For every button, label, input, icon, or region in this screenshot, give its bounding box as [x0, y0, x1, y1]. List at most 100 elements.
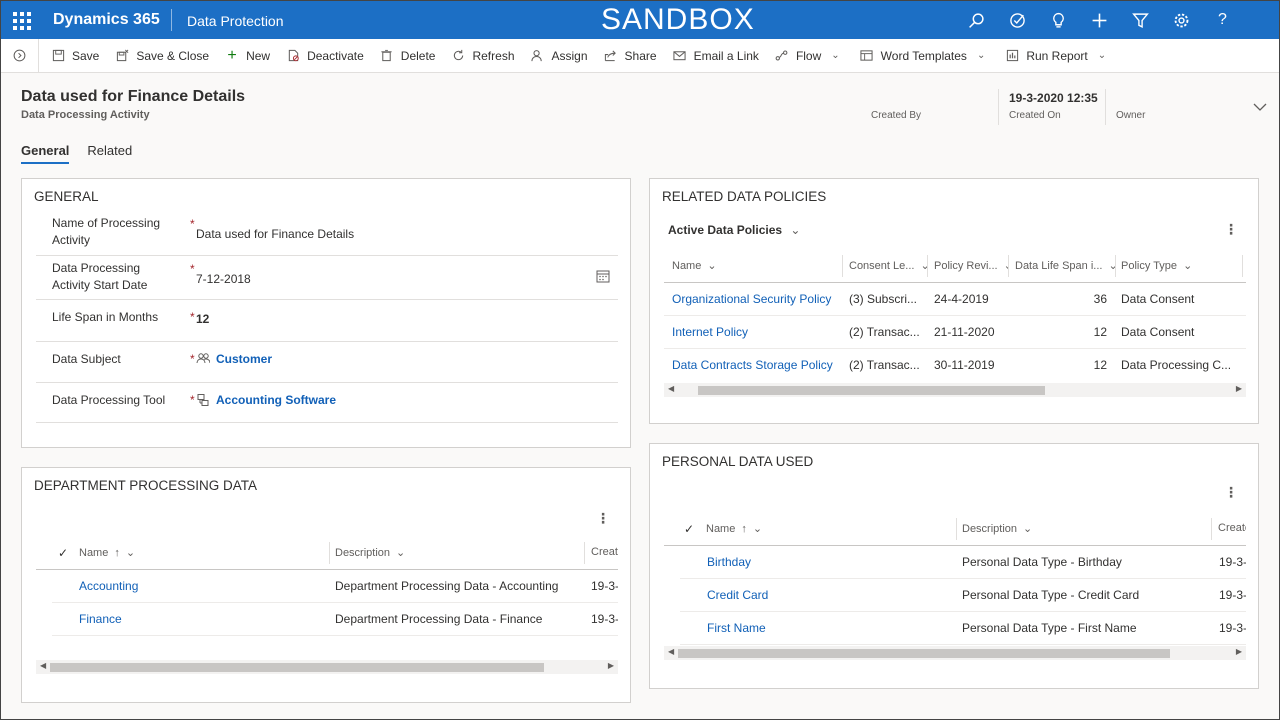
run-report-button[interactable]: Run Report ⌄ — [993, 39, 1114, 73]
field-label: Life Span in Months — [52, 310, 159, 324]
chevron-down-icon: ⌄ — [752, 523, 763, 535]
lightbulb-icon[interactable] — [1038, 1, 1079, 39]
scroll-left-icon[interactable]: ◀ — [668, 647, 674, 656]
required-marker: * — [190, 352, 195, 366]
column-header-lifespan[interactable]: Data Life Span i...⌄ — [1015, 259, 1115, 272]
flow-button[interactable]: Flow ⌄ — [767, 39, 848, 73]
navigation-toggle-button[interactable] — [1, 38, 39, 73]
personal-data-name-link[interactable]: First Name — [707, 621, 947, 635]
scroll-right-icon[interactable]: ▶ — [608, 661, 614, 670]
select-all-checkmark-icon[interactable]: ✓ — [684, 522, 694, 536]
scroll-left-icon[interactable]: ◀ — [40, 661, 46, 670]
horizontal-scrollbar[interactable]: ◀ ▶ — [36, 660, 618, 674]
scrollbar-thumb[interactable] — [678, 649, 1170, 658]
policy-consent: (2) Transac... — [849, 358, 920, 372]
help-icon[interactable]: ? — [1202, 1, 1243, 39]
deactivate-button[interactable]: Deactivate — [278, 39, 372, 73]
email-link-button[interactable]: Email a Link — [665, 39, 767, 73]
horizontal-scrollbar[interactable]: ◀ ▶ — [664, 383, 1246, 397]
save-close-button[interactable]: Save & Close — [107, 39, 217, 73]
processing-tool-lookup[interactable]: Accounting Software — [196, 393, 336, 407]
personal-data-name-link[interactable]: Credit Card — [707, 588, 947, 602]
chevron-down-icon: ⌄ — [125, 547, 136, 559]
column-header-type[interactable]: Policy Type ⌄ — [1121, 259, 1241, 272]
column-header-description[interactable]: Description ⌄ — [962, 522, 1202, 535]
personal-data-name-link[interactable]: Birthday — [707, 555, 947, 569]
table-row[interactable]: Finance Department Processing Data - Fin… — [52, 603, 618, 636]
assign-button[interactable]: Assign — [523, 39, 596, 73]
app-name[interactable]: Data Protection — [187, 13, 284, 29]
column-header-created[interactable]: Create — [1218, 522, 1246, 534]
brand-name[interactable]: Dynamics 365 — [53, 11, 160, 29]
more-options-icon[interactable]: ⋮ — [1224, 484, 1238, 501]
column-header-name[interactable]: Name ↑ ⌄ — [706, 522, 956, 535]
refresh-button[interactable]: Refresh — [443, 39, 522, 73]
department-name-link[interactable]: Accounting — [79, 579, 319, 593]
policy-name-link[interactable]: Internet Policy — [672, 325, 842, 339]
column-header-review[interactable]: Policy Revi...⌄ — [934, 259, 1008, 272]
gear-icon[interactable] — [1161, 1, 1202, 39]
tab-general[interactable]: General — [21, 143, 70, 164]
table-row[interactable]: Data Contracts Storage Policy (2) Transa… — [664, 349, 1246, 382]
scrollbar-thumb[interactable] — [50, 663, 544, 672]
personal-data-grid: ✓ Name↑⌄ Description⌄ Create Birthday Pe… — [664, 512, 1246, 662]
column-header-created[interactable]: Create — [591, 546, 618, 558]
start-date-input[interactable]: 7-12-2018 — [196, 272, 251, 286]
policy-lifespan: 12 — [1093, 358, 1107, 372]
delete-button[interactable]: Delete — [372, 39, 444, 73]
environment-label: SANDBOX — [601, 3, 755, 36]
more-options-icon[interactable]: ⋮ — [596, 510, 610, 527]
table-row[interactable]: Accounting Department Processing Data - … — [52, 570, 618, 603]
scrollbar-thumb[interactable] — [698, 386, 1045, 395]
column-divider — [1008, 255, 1009, 277]
table-row[interactable]: First Name Personal Data Type - First Na… — [680, 612, 1246, 645]
column-divider — [1211, 518, 1212, 540]
processing-tool-value[interactable]: Accounting Software — [216, 393, 336, 407]
field-row-start-date: Data Processing Activity Start Date * 7-… — [36, 256, 618, 300]
policy-name-link[interactable]: Data Contracts Storage Policy — [672, 358, 842, 372]
sort-up-arrow-icon: ↑ — [741, 523, 747, 535]
task-icon[interactable] — [997, 1, 1038, 39]
data-subject-lookup[interactable]: Customer — [196, 352, 272, 366]
search-icon[interactable] — [956, 1, 997, 39]
word-templates-button[interactable]: Word Templates ⌄ — [848, 39, 994, 73]
scroll-left-icon[interactable]: ◀ — [668, 384, 674, 393]
table-row[interactable]: Birthday Personal Data Type - Birthday 1… — [680, 546, 1246, 579]
plus-icon[interactable] — [1079, 1, 1120, 39]
app-launcher-icon[interactable] — [11, 10, 31, 30]
tab-related[interactable]: Related — [87, 143, 132, 164]
department-description: Department Processing Data - Accounting — [335, 579, 559, 593]
header-expand-chevron-icon[interactable] — [1253, 99, 1267, 115]
column-header-name[interactable]: Name ↑ ⌄ — [79, 546, 329, 559]
header-owner: Owner — [1116, 91, 1145, 121]
table-row[interactable]: Credit Card Personal Data Type - Credit … — [680, 579, 1246, 612]
name-of-processing-activity-input[interactable]: Data used for Finance Details — [196, 227, 354, 241]
select-all-checkmark-icon[interactable]: ✓ — [58, 546, 68, 560]
people-icon — [196, 352, 210, 366]
scroll-right-icon[interactable]: ▶ — [1236, 647, 1242, 656]
table-row[interactable]: Internet Policy (2) Transac... 21-11-202… — [664, 316, 1246, 349]
horizontal-scrollbar[interactable]: ◀ ▶ — [664, 646, 1246, 660]
data-subject-value[interactable]: Customer — [216, 352, 272, 366]
column-header-name[interactable]: Name ⌄ — [672, 259, 842, 272]
field-row-processing-tool: Data Processing Tool * Accounting Softwa… — [36, 383, 618, 423]
share-button[interactable]: Share — [596, 39, 665, 73]
view-selector[interactable]: Active Data Policies ⌄ — [668, 223, 800, 237]
calendar-icon[interactable] — [596, 269, 610, 286]
column-header-consent[interactable]: Consent Le...⌄ — [849, 259, 927, 272]
save-button[interactable]: Save — [39, 39, 107, 73]
required-marker: * — [190, 393, 195, 407]
department-name-link[interactable]: Finance — [79, 612, 319, 626]
more-options-icon[interactable]: ⋮ — [1224, 221, 1238, 238]
owner-value[interactable] — [1116, 91, 1145, 107]
table-row[interactable]: Organizational Security Policy (3) Subsc… — [664, 283, 1246, 316]
filter-icon[interactable] — [1120, 1, 1161, 39]
column-header-description[interactable]: Description ⌄ — [335, 546, 580, 559]
policy-name-link[interactable]: Organizational Security Policy — [672, 292, 842, 306]
created-by-value[interactable] — [871, 91, 921, 107]
general-section: GENERAL Name of Processing Activity * Da… — [21, 178, 631, 448]
new-button[interactable]: + New — [217, 39, 278, 73]
field-label: Data Subject — [52, 352, 121, 366]
life-span-input[interactable]: 12 — [196, 312, 209, 326]
scroll-right-icon[interactable]: ▶ — [1236, 384, 1242, 393]
